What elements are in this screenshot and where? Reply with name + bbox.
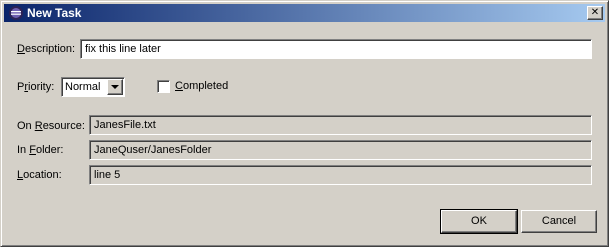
close-button[interactable]: ✕ — [587, 6, 603, 20]
in-folder-label: In Folder: — [17, 144, 64, 156]
location-value: line 5 — [94, 169, 121, 181]
completed-checkbox[interactable] — [157, 80, 170, 93]
on-resource-field: JanesFile.txt — [89, 115, 592, 135]
close-icon: ✕ — [590, 7, 600, 18]
window-title: New Task — [27, 6, 82, 20]
priority-select[interactable]: Normal — [61, 77, 125, 97]
cancel-button[interactable]: Cancel — [521, 210, 597, 233]
eclipse-icon — [9, 6, 23, 20]
location-label: Location: — [17, 169, 62, 181]
in-folder-field: JaneQuser/JanesFolder — [89, 140, 592, 160]
on-resource-value: JanesFile.txt — [94, 119, 156, 131]
in-folder-value: JaneQuser/JanesFolder — [94, 144, 212, 156]
priority-value: Normal — [65, 81, 101, 93]
ok-button[interactable]: OK — [440, 209, 518, 234]
title-bar[interactable]: New Task ✕ — [4, 4, 605, 22]
completed-label[interactable]: Completed — [175, 80, 228, 92]
new-task-dialog: New Task ✕ Description: fix this line la… — [0, 0, 609, 247]
priority-label: Priority: — [17, 81, 55, 93]
description-value: fix this line later — [85, 43, 161, 55]
location-field: line 5 — [89, 165, 592, 185]
description-label: Description: — [17, 43, 76, 55]
description-input[interactable]: fix this line later — [80, 39, 592, 59]
on-resource-label: On Resource: — [17, 120, 85, 132]
chevron-down-icon[interactable] — [107, 79, 123, 95]
